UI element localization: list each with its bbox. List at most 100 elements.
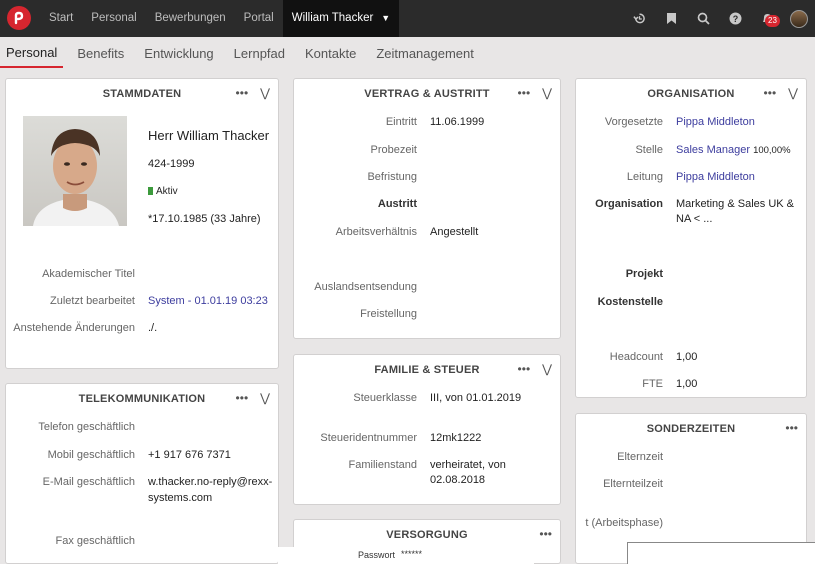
label-auslandsentsendung: Auslandsentsendung — [314, 281, 417, 293]
label-arbeitsphase: t (Arbeitsphase) — [585, 517, 663, 529]
label-zuletzt-bearbeitet: Zuletzt bearbeitet — [50, 295, 135, 307]
more-icon[interactable]: ••• — [539, 527, 552, 541]
more-icon[interactable]: ••• — [764, 86, 777, 100]
label-arbeitsverhaeltnis: Arbeitsverhältnis — [335, 226, 417, 238]
bottom-panel — [627, 542, 815, 564]
value-email: w.thacker.no-reply@rexx- — [148, 476, 273, 488]
label-mobil: Mobil geschäftlich — [47, 449, 135, 461]
label-anstehende-aenderungen: Anstehende Änderungen — [13, 322, 135, 334]
svg-text:?: ? — [732, 14, 738, 24]
label-freistellung: Freistellung — [360, 308, 417, 320]
tab-kontakte[interactable]: Kontakte — [299, 40, 362, 68]
collapse-icon[interactable]: ⋁ — [542, 362, 552, 376]
value-email-line2: systems.com — [148, 492, 213, 504]
value-stelle-link[interactable]: Sales Manager — [676, 144, 750, 156]
label-telefon: Telefon geschäftlich — [38, 421, 135, 433]
bookmark-icon[interactable] — [655, 0, 687, 37]
card-tools: ••• ⋁ — [518, 86, 552, 100]
card-title: VERSORGUNG — [386, 529, 468, 541]
bell-icon[interactable]: 23 — [751, 0, 783, 37]
card-telekommunikation: TELEKOMMUNIKATION ••• ⋁ Telefon geschäftl… — [5, 383, 279, 564]
card-tools: ••• ⋁ — [236, 391, 270, 405]
main-nav: Start Personal Bewerbungen Portal Willia… — [40, 0, 400, 37]
label-fax: Fax geschäftlich — [55, 535, 135, 547]
card-vertrag-austritt: VERTRAG & AUSTRITT ••• ⋁ Eintritt 11.06.1… — [293, 78, 561, 339]
avatar — [790, 9, 808, 28]
value-steuerklasse: III, von 01.01.2019 — [430, 392, 522, 404]
search-icon[interactable] — [687, 0, 719, 37]
value-organisation: Marketing & Sales UK & — [676, 198, 794, 210]
label-steuerklasse: Steuerklasse — [353, 392, 417, 404]
status-label: Aktiv — [156, 186, 178, 197]
top-navigation-bar: Start Personal Bewerbungen Portal Willia… — [0, 0, 815, 37]
employee-name: Herr William Thacker — [148, 128, 270, 143]
value-familienstand: verheiratet, von — [430, 459, 506, 471]
notification-badge: 23 — [765, 15, 780, 27]
tab-benefits[interactable]: Benefits — [71, 40, 130, 68]
label-projekt: Projekt — [625, 268, 663, 280]
label-elternzeit: Elternzeit — [617, 451, 663, 463]
label-kostenstelle: Kostenstelle — [597, 296, 663, 308]
label-elternteilzeit: Elternteilzeit — [603, 478, 663, 490]
label-vorgesetzte: Vorgesetzte — [604, 116, 663, 128]
password-strip: Passwort ****** — [278, 547, 534, 564]
card-tools: ••• ⋁ — [518, 362, 552, 376]
value-stelle: Sales Manager 100,00% — [676, 144, 791, 156]
nav-personal[interactable]: Personal — [82, 0, 145, 37]
label-fte: FTE — [642, 378, 663, 390]
nav-current-employee-label: William Thacker — [291, 12, 374, 24]
more-icon[interactable]: ••• — [518, 86, 531, 100]
tab-personal[interactable]: Personal — [0, 40, 64, 68]
value-steueridentnummer: 12mk1222 — [430, 432, 482, 444]
value-anstehende-aenderungen: ./. — [148, 322, 158, 334]
history-icon[interactable] — [623, 0, 655, 37]
card-tools: ••• ⋁ — [764, 86, 798, 100]
user-avatar[interactable] — [783, 0, 815, 37]
value-headcount: 1,00 — [676, 351, 698, 363]
label-leitung: Leitung — [626, 171, 663, 183]
label-befristung: Befristung — [367, 171, 417, 183]
label-probezeit: Probezeit — [370, 144, 417, 156]
tab-zeitmanagement[interactable]: Zeitmanagement — [370, 40, 480, 68]
more-icon[interactable]: ••• — [785, 421, 798, 435]
nav-start[interactable]: Start — [40, 0, 82, 37]
value-zuletzt-bearbeitet[interactable]: System - 01.01.19 03:23 — [148, 295, 268, 307]
nav-current-employee[interactable]: William Thacker ▼ — [282, 0, 400, 37]
label-steueridentnummer: Steueridentnummer — [320, 432, 417, 444]
label-familienstand: Familienstand — [348, 459, 417, 471]
more-icon[interactable]: ••• — [236, 86, 249, 100]
card-title: SONDERZEITEN — [646, 423, 736, 435]
value-leitung[interactable]: Pippa Middleton — [676, 171, 755, 183]
tab-entwicklung[interactable]: Entwicklung — [138, 40, 219, 68]
card-tools: ••• — [539, 527, 552, 541]
label-email: E-Mail geschäftlich — [42, 476, 135, 488]
employee-id: 424-1999 — [148, 158, 195, 170]
birth-date: *17.10.1985 (33 Jahre) — [148, 213, 261, 225]
collapse-icon[interactable]: ⋁ — [260, 391, 270, 405]
value-mobil: +1 917 676 7371 — [148, 449, 231, 461]
value-stelle-percent: 100,00% — [753, 145, 791, 156]
tab-lernpfad[interactable]: Lernpfad — [228, 40, 291, 68]
collapse-icon[interactable]: ⋁ — [788, 86, 798, 100]
collapse-icon[interactable]: ⋁ — [542, 86, 552, 100]
status-badge: Aktiv — [148, 186, 178, 197]
value-arbeitsverhaeltnis: Angestellt — [430, 226, 479, 238]
value-eintritt: 11.06.1999 — [430, 116, 485, 128]
label-stelle: Stelle — [635, 144, 663, 156]
card-stammdaten: STAMMDATEN ••• ⋁ Herr William Thacker 424… — [5, 78, 279, 369]
collapse-icon[interactable]: ⋁ — [260, 86, 270, 100]
password-value: ****** — [401, 549, 423, 559]
card-tools: ••• — [785, 421, 798, 435]
nav-portal[interactable]: Portal — [235, 0, 283, 37]
app-logo[interactable] — [7, 6, 31, 30]
top-icons: ? 23 — [623, 0, 815, 37]
help-icon[interactable]: ? — [719, 0, 751, 37]
value-organisation-line2: NA < ... — [676, 213, 713, 225]
nav-bewerbungen[interactable]: Bewerbungen — [146, 0, 235, 37]
chevron-down-icon: ▼ — [381, 13, 391, 23]
employee-photo — [23, 116, 127, 226]
more-icon[interactable]: ••• — [236, 391, 249, 405]
label-headcount: Headcount — [609, 351, 663, 363]
more-icon[interactable]: ••• — [518, 362, 531, 376]
value-vorgesetzte[interactable]: Pippa Middleton — [676, 116, 755, 128]
